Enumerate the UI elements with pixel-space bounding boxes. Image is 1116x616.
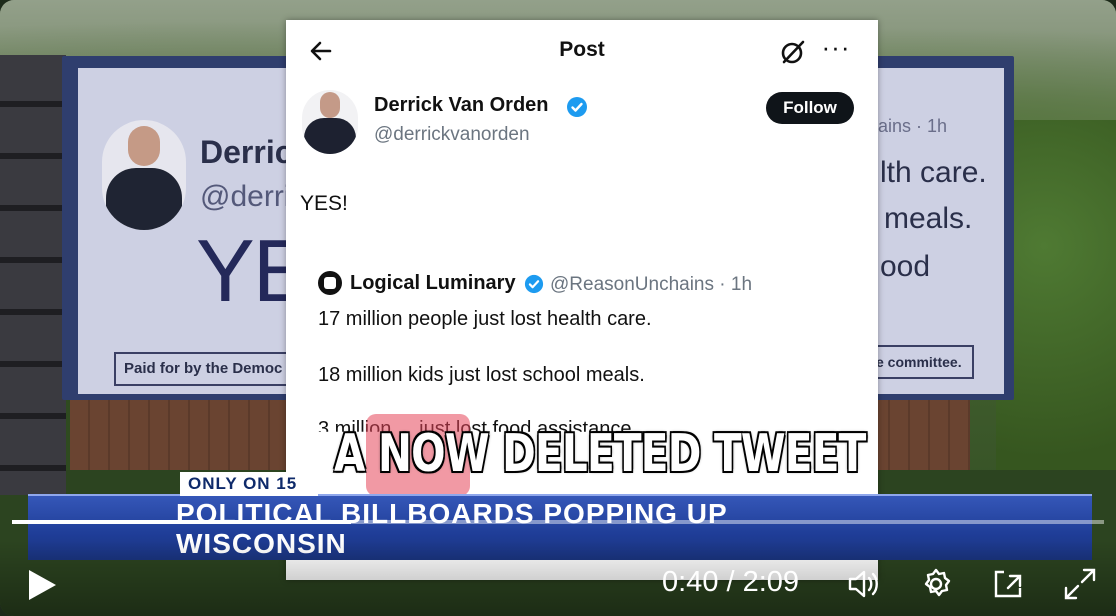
time-display: 0:40 / 2:09: [662, 566, 800, 598]
more-icon[interactable]: ···: [820, 34, 852, 64]
follow-button[interactable]: Follow: [766, 92, 854, 124]
billboard-right-line2: meals.: [884, 202, 973, 235]
play-icon[interactable]: [26, 568, 58, 602]
billboard-structure-left: [0, 55, 66, 495]
settings-icon[interactable]: [918, 566, 954, 602]
verified-badge-icon: [566, 96, 588, 118]
author-handle[interactable]: @derrickvanorden: [374, 124, 530, 146]
quote-author-avatar[interactable]: [318, 271, 342, 295]
video-player[interactable]: Derric @derri YE Paid for by the Democ a…: [0, 0, 1116, 616]
lower-third-headline: POLITICAL BILLBOARDS POPPING UP: [176, 498, 728, 529]
progress-fill: [12, 520, 351, 524]
billboard-right-line1: lth care.: [880, 156, 987, 189]
billboard-right-paid-for: e committee.: [872, 345, 974, 379]
volume-icon[interactable]: [846, 566, 882, 602]
overlay-caption: A NOW DELETED TWEET: [334, 424, 866, 484]
quote-line-1: 17 million people just lost health care.: [318, 308, 652, 330]
fullscreen-icon[interactable]: [1062, 566, 1098, 602]
progress-bar[interactable]: [12, 520, 1104, 524]
author-avatar[interactable]: [302, 90, 358, 154]
billboard-right-line3: ood: [880, 250, 931, 283]
billboard-handle: @derri: [200, 180, 291, 213]
quote-verified-badge-icon: [524, 274, 544, 294]
author-name[interactable]: Derrick Van Orden: [374, 94, 549, 117]
quote-author-handle-time: @ReasonUnchains · 1h: [550, 274, 753, 295]
grok-icon[interactable]: [779, 38, 807, 66]
billboard-paid-for: Paid for by the Democ: [114, 352, 306, 386]
quote-author-name[interactable]: Logical Luminary: [350, 272, 516, 295]
pip-icon[interactable]: [990, 566, 1026, 602]
exclusive-badge: ONLY ON 15: [180, 472, 318, 496]
billboard-name: Derric: [200, 134, 293, 170]
billboard-right-handle: ains · 1h: [878, 116, 948, 136]
quote-line-2: 18 million kids just lost school meals.: [318, 364, 645, 386]
billboard-avatar: [102, 120, 186, 230]
tweet-text: YES!: [300, 192, 348, 215]
